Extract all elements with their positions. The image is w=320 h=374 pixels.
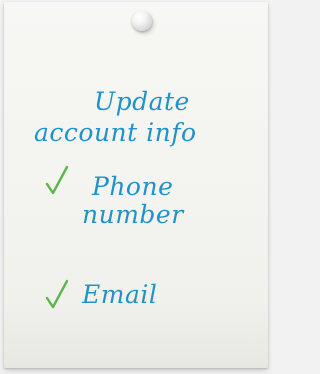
sticky-note: Update account info Phone number Email [4,2,268,368]
checklist-item-phone-line-2: number [82,200,184,229]
checklist-item-phone-line-1: Phone [92,172,174,201]
note-title-line-1: Update [94,87,190,116]
checkmark-icon [44,164,70,196]
sticky-note-scene: Update account info Phone number Email [0,0,275,374]
pushpin-icon [132,11,152,31]
checklist-item-email: Email [82,280,158,309]
note-title-line-2: account info [34,118,197,147]
checkmark-icon [44,278,70,310]
